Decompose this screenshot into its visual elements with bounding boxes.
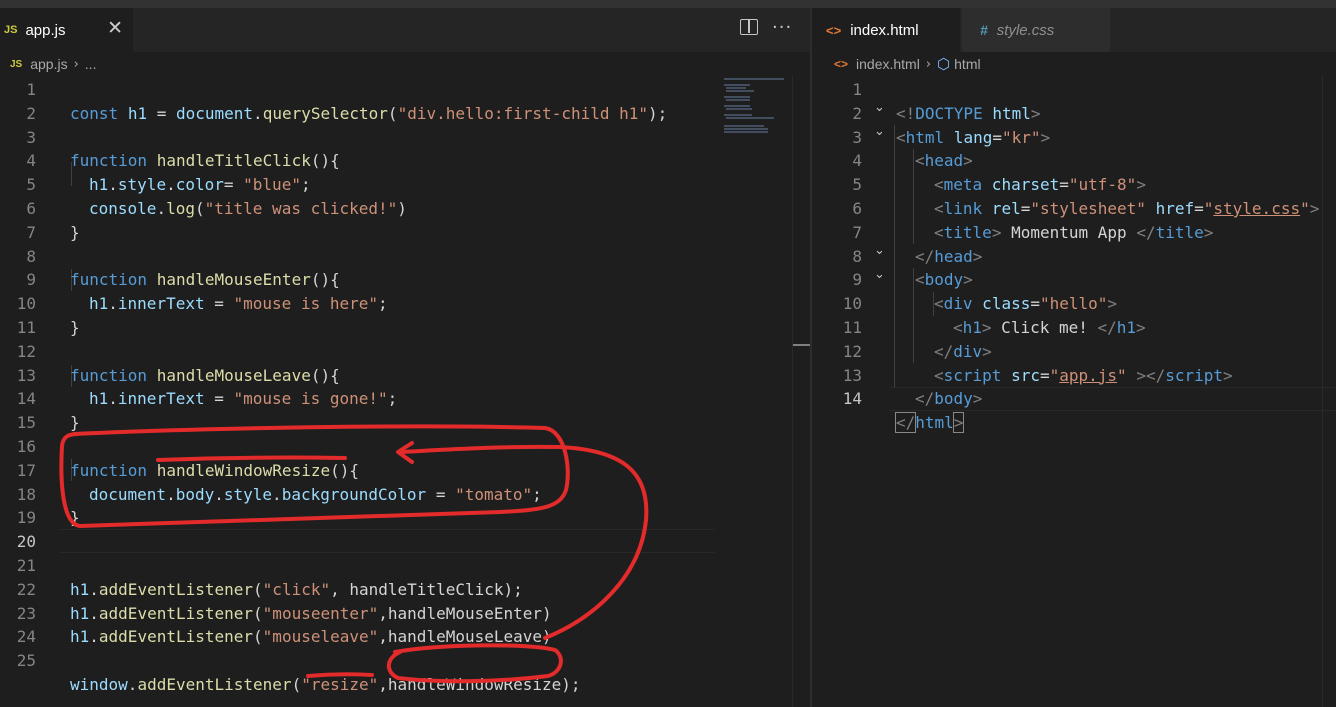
code-line: window.addEventListener("resize",handleW… [0, 649, 810, 694]
tab-app-js[interactable]: JS app.js ✕ [0, 8, 133, 52]
js-file-icon: JS [4, 24, 18, 36]
code-line: <body> [812, 245, 1336, 289]
split-editor-icon[interactable] [740, 19, 758, 35]
breadcrumb: <> index.html › ⬡ html [812, 52, 1336, 76]
token-string: "mouseleave" [262, 627, 379, 647]
token-punct: } [70, 222, 80, 242]
code-line: <!DOCTYPE html> [812, 78, 1336, 123]
tab-label: app.js [25, 21, 66, 39]
token-punct: ); [561, 674, 581, 694]
breadcrumb-file[interactable]: index.html [856, 56, 920, 72]
more-actions-icon[interactable]: ··· [772, 17, 792, 38]
token-punct: ); [648, 103, 668, 123]
code-line: h1.addEventListener("mouseleave",handleM… [0, 602, 810, 646]
breadcrumb-node[interactable]: html [954, 56, 980, 72]
tab-index-html[interactable]: <> index.html [812, 8, 960, 52]
code-line: function handleMouseLeave(){ [0, 340, 810, 385]
code-line: h1.innerText = "mouse is here"; [0, 268, 810, 313]
editor-group-right: <> index.html # style.css <> index.html … [812, 8, 1336, 707]
tab-label: index.html [850, 21, 919, 39]
code-line: <title> Momentum App </title> [812, 197, 1336, 242]
breadcrumb: JS app.js › ... [0, 52, 810, 76]
code-line: } [0, 197, 810, 242]
code-line: <link rel="stylesheet" href="style.css"> [812, 173, 1336, 218]
token-string: "div.hello:first-child h1" [397, 103, 649, 123]
token-function: addEventListener [137, 674, 292, 694]
code-line: h1.addEventListener("mouseenter",handleM… [0, 578, 810, 623]
token-variable: h1 [127, 103, 148, 123]
code-line: const h1 = document.querySelector("div.h… [0, 78, 810, 123]
token-tag-punct: </ [894, 412, 917, 434]
editor-group-left: JS app.js ✕ ··· JS app.js › ... 12345678… [0, 8, 810, 707]
token-punct: , [378, 627, 388, 647]
tab-bar-right: <> index.html # style.css [812, 8, 1336, 52]
code-line: </body> [812, 364, 1336, 408]
token-punct: ) [542, 627, 552, 647]
chevron-right-icon: › [925, 56, 932, 72]
code-line: <script src="app.js" ></script> [812, 340, 1336, 385]
token-identifier: handleWindowResize [387, 674, 562, 694]
token-keyword: const [70, 103, 119, 123]
code-line: } [0, 292, 810, 337]
token-function: addEventListener [98, 627, 254, 647]
code-line: } [0, 483, 810, 527]
code-line: <head> [812, 126, 1336, 170]
token-punct: } [70, 317, 80, 337]
token-tag: html [915, 413, 954, 433]
token-punct: = [147, 103, 176, 123]
css-file-icon: # [980, 22, 988, 38]
scrollbar-cursor-marker [793, 344, 810, 346]
code-line: </div> [812, 316, 1336, 361]
token-string: "resize" [301, 674, 379, 694]
html-file-icon: <> [834, 57, 849, 71]
code-line: function handleMouseEnter(){ [0, 245, 810, 289]
code-line: h1.style.color= "blue"; [0, 149, 810, 194]
token-tag-punct: > [952, 412, 965, 434]
token-punct: } [70, 508, 80, 528]
code-line: console.log("title was clicked!") [0, 173, 810, 218]
token-identifier: handleMouseLeave [387, 627, 543, 647]
tab-label: style.css [996, 21, 1055, 39]
code-line: <html lang="kr"> [812, 102, 1336, 147]
vertical-scrollbar[interactable] [792, 76, 810, 707]
code-line: function handleWindowResize(){ [0, 435, 810, 480]
vertical-scrollbar[interactable] [1322, 76, 1336, 707]
token-variable: h1 [70, 627, 90, 647]
token-punct: ( [253, 627, 263, 647]
breadcrumb-more[interactable]: ... [85, 56, 97, 72]
code-line: h1.addEventListener("click", handleTitle… [0, 554, 810, 599]
breadcrumb-file[interactable]: app.js [30, 56, 67, 72]
code-line: </html> [812, 387, 1336, 434]
symbol-cube-icon: ⬡ [937, 55, 951, 73]
token-punct: ( [291, 674, 302, 694]
minimap[interactable] [722, 76, 792, 136]
code-line: document.body.style.backgroundColor = "t… [0, 459, 810, 504]
tab-bar-left: JS app.js ✕ ··· [0, 8, 810, 52]
token-punct: } [70, 413, 80, 433]
token-punct: . [89, 627, 99, 647]
code-line: <div class="hello"> [812, 268, 1336, 313]
code-line: <h1> Click me! </h1> [812, 292, 1336, 337]
html-file-icon: <> [826, 22, 842, 38]
token-punct: . [253, 103, 263, 123]
close-icon[interactable]: ✕ [107, 17, 123, 39]
token-variable: document [175, 103, 254, 123]
code-line: </head> [812, 221, 1336, 266]
token-punct: , [378, 674, 388, 694]
window-top-strip [0, 0, 1336, 8]
tab-style-css[interactable]: # style.css [962, 8, 1110, 52]
code-line: h1.innerText = "mouse is gone!"; [0, 364, 810, 408]
token-variable: window [70, 674, 128, 694]
code-line: } [0, 387, 810, 432]
token-punct: ( [387, 103, 398, 123]
token-function: querySelector [262, 103, 388, 123]
js-file-icon: JS [10, 58, 23, 70]
token-punct: . [127, 674, 138, 694]
code-line: <meta charset="utf-8"> [812, 149, 1336, 194]
chevron-right-icon: › [73, 56, 79, 72]
code-line: function handleTitleClick(){ [0, 126, 810, 170]
